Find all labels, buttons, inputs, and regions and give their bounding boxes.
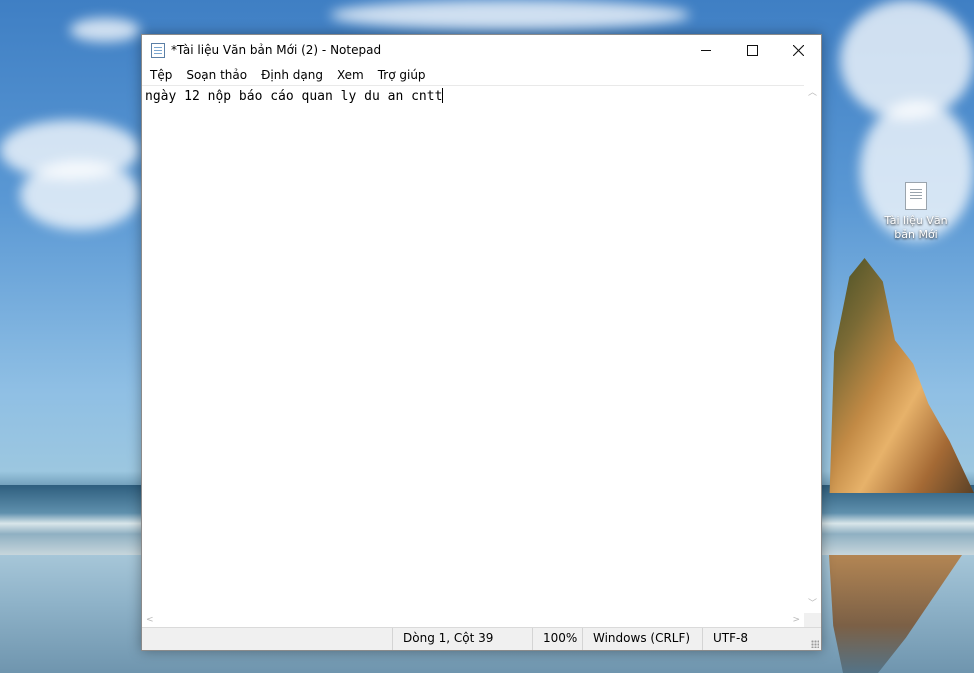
- minimize-icon: [701, 50, 711, 51]
- menu-edit[interactable]: Soạn thảo: [179, 65, 254, 85]
- cloud: [70, 18, 140, 42]
- resize-grip-icon[interactable]: [811, 640, 819, 648]
- status-cursor-position: Dòng 1, Cột 39: [392, 628, 532, 650]
- scroll-down-icon[interactable]: ﹀: [808, 600, 817, 609]
- scroll-up-icon[interactable]: ︿: [808, 89, 817, 98]
- title-bar[interactable]: *Tài liệu Văn bản Mới (2) - Notepad: [142, 35, 821, 65]
- status-zoom: 100%: [532, 628, 582, 650]
- menu-file[interactable]: Tệp: [143, 65, 179, 85]
- scroll-left-icon[interactable]: <: [146, 616, 154, 625]
- desktop-icon-label: Tài liệu Văn bản Mới: [884, 214, 948, 241]
- status-line-ending: Windows (CRLF): [582, 628, 702, 650]
- status-encoding: UTF-8: [702, 628, 821, 650]
- scrollbar-corner: [804, 613, 821, 628]
- maximize-button[interactable]: [729, 35, 775, 65]
- close-button[interactable]: [775, 35, 821, 65]
- file-icon: [905, 182, 927, 210]
- cloud: [330, 0, 690, 30]
- desktop-icon-new-text-document[interactable]: Tài liệu Văn bản Mới: [880, 182, 952, 242]
- notepad-icon: [151, 42, 165, 58]
- menu-bar: Tệp Soạn thảo Định dạng Xem Trợ giúp: [142, 65, 821, 85]
- close-icon: [792, 44, 804, 56]
- horizontal-scrollbar[interactable]: < >: [142, 613, 806, 628]
- text-editor[interactable]: ngày 12 nộp báo cáo quan ly du an cntt: [142, 85, 806, 614]
- rock: [829, 258, 974, 493]
- maximize-icon: [746, 44, 758, 56]
- editor-content: ngày 12 nộp báo cáo quan ly du an cntt: [145, 89, 443, 104]
- cloud: [20, 160, 140, 230]
- window-title: *Tài liệu Văn bản Mới (2) - Notepad: [171, 43, 382, 57]
- status-spacer: [142, 628, 392, 650]
- status-bar: Dòng 1, Cột 39 100% Windows (CRLF) UTF-8: [142, 627, 821, 650]
- menu-format[interactable]: Định dạng: [254, 65, 330, 85]
- text-caret: [442, 88, 444, 103]
- scroll-right-icon[interactable]: >: [792, 616, 800, 625]
- menu-view[interactable]: Xem: [330, 65, 371, 85]
- minimize-button[interactable]: [683, 35, 729, 65]
- notepad-window: *Tài liệu Văn bản Mới (2) - Notepad Tệp …: [141, 34, 822, 651]
- menu-help[interactable]: Trợ giúp: [371, 65, 433, 85]
- vertical-scrollbar[interactable]: ︿ ﹀: [804, 85, 821, 613]
